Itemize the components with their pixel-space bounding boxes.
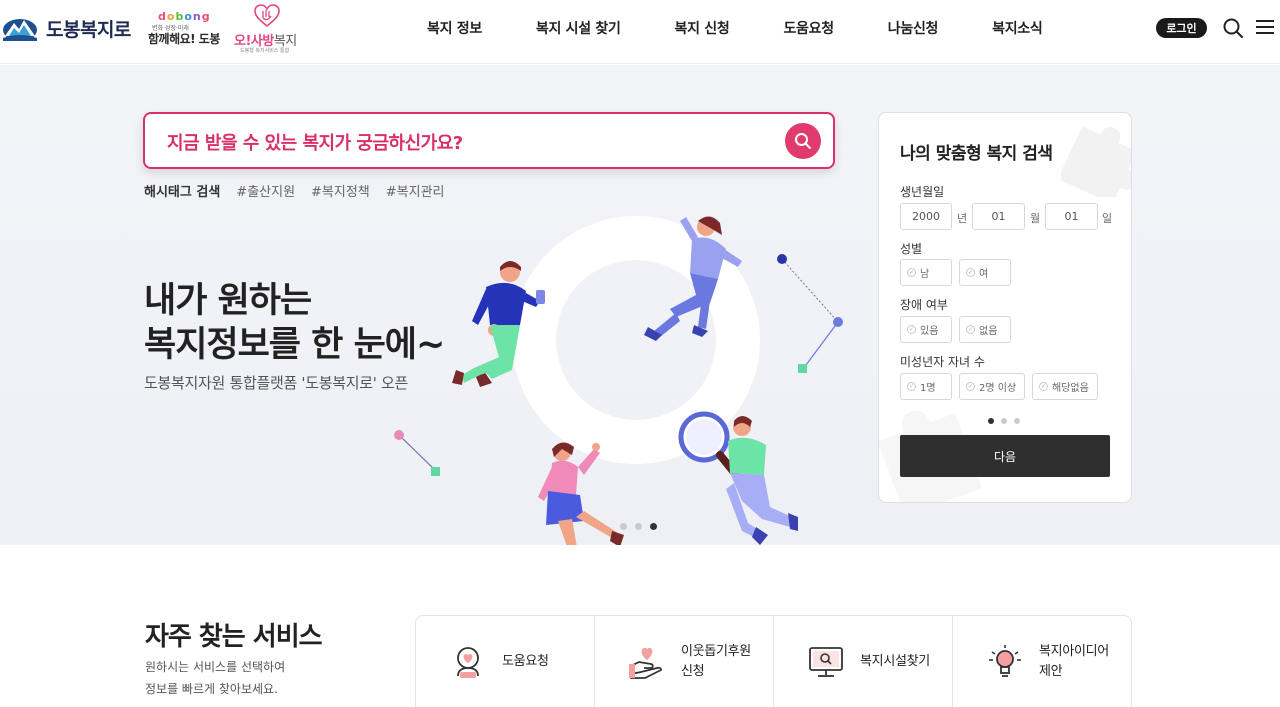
birth-month-input[interactable]: 01 — [972, 203, 1025, 230]
hashtag-link[interactable]: #출산지원 — [236, 181, 295, 200]
birth-year-input[interactable]: 2000 — [900, 203, 952, 230]
nav-sharing-apply[interactable]: 나눔신청 — [861, 18, 965, 38]
site-header: 도봉복지로 dobong 변화·성장·미래 함께해요! 도봉 오!사방복지 도봉… — [0, 0, 1280, 64]
service-donation[interactable]: 이웃돕기후원 신청 — [595, 616, 774, 707]
children-two-plus-option[interactable]: ✓ 2명 이상 — [959, 373, 1025, 400]
children-one-option[interactable]: ✓ 1명 — [900, 373, 952, 400]
help-request-icon — [457, 646, 479, 678]
search-icon[interactable] — [1222, 17, 1244, 39]
children-label: 미성년자 자녀 수 — [900, 355, 985, 369]
hashtag-link[interactable]: #복지관리 — [386, 181, 445, 200]
service-label: 복지시설찾기 — [860, 653, 930, 669]
login-button[interactable]: 로그인 — [1156, 18, 1207, 38]
search-icon — [795, 133, 811, 149]
hero-illustration — [394, 216, 843, 545]
check-icon: ✓ — [907, 382, 916, 391]
hero-slide-indicator — [620, 523, 657, 530]
check-icon: ✓ — [1039, 382, 1048, 391]
mountain-logo-icon — [3, 19, 37, 41]
step-dot — [1001, 418, 1007, 424]
osa-logo-sub: 도봉형 복지서비스 통합 — [240, 48, 290, 54]
month-unit: 월 — [1030, 212, 1041, 225]
services-desc-line: 원하시는 서비스를 선택하여 — [145, 660, 286, 674]
facility-search-icon — [809, 646, 843, 677]
check-icon: ✓ — [907, 325, 916, 334]
menu-icon[interactable] — [1256, 19, 1274, 35]
dobong-wordmark: dobong — [158, 10, 211, 23]
osa-logo[interactable]: 오!사방복지 도봉형 복지서비스 통합 — [232, 4, 304, 56]
check-icon: ✓ — [907, 268, 916, 277]
service-label: 도움요청 — [502, 653, 549, 669]
birth-day-input[interactable]: 01 — [1045, 203, 1098, 230]
nav-help-request[interactable]: 도움요청 — [756, 18, 860, 38]
services-grid: 도움요청 이웃돕기후원 신청 복지시설찾기 복지아이디어 제안 — [415, 615, 1132, 707]
slide-dot[interactable] — [635, 523, 642, 530]
hero-section: 지금 받을 수 있는 복지가 궁금하신가요? 해시태그 검색 #출산지원 #복지… — [0, 65, 1280, 545]
hashtag-bar: 해시태그 검색 #출산지원 #복지정책 #복지관리 — [144, 181, 445, 200]
donation-icon — [629, 647, 662, 679]
gender-male-option[interactable]: ✓ 남 — [900, 259, 952, 286]
step-dot — [1014, 418, 1020, 424]
site-logo[interactable]: 도봉복지로 — [2, 14, 131, 42]
hero-subtitle: 도봉복지자원 통합플랫폼 '도봉복지로' 오픈 — [144, 374, 409, 392]
logo-text: 도봉복지로 — [46, 18, 131, 41]
check-icon: ✓ — [966, 325, 975, 334]
check-icon: ✓ — [966, 268, 975, 277]
step-dot-active — [988, 418, 994, 424]
service-idea-proposal[interactable]: 복지아이디어 제안 — [953, 616, 1131, 707]
nav-facility-search[interactable]: 복지 시설 찾기 — [509, 18, 648, 38]
welfare-search-input[interactable]: 지금 받을 수 있는 복지가 궁금하신가요? — [143, 112, 835, 169]
card-title: 나의 맞춤형 복지 검색 — [900, 144, 1053, 164]
gender-female-option[interactable]: ✓ 여 — [959, 259, 1011, 286]
disability-yes-option[interactable]: ✓ 있음 — [900, 316, 952, 343]
nav-welfare-news[interactable]: 복지소식 — [965, 18, 1069, 38]
service-help-request[interactable]: 도움요청 — [416, 616, 595, 707]
custom-welfare-search-card: 나의 맞춤형 복지 검색 생년월일 2000 년 01 월 01 일 성별 ✓ 남… — [878, 112, 1132, 503]
services-description: 원하시는 서비스를 선택하여 정보를 빠르게 찾아보세요. — [145, 656, 285, 700]
nav-welfare-info[interactable]: 복지 정보 — [400, 18, 509, 38]
hashtag-title: 해시태그 검색 — [144, 185, 221, 200]
next-button[interactable]: 다음 — [900, 435, 1110, 477]
slide-dot-active[interactable] — [650, 523, 657, 530]
birth-label: 생년월일 — [900, 185, 945, 199]
service-label: 이웃돕기후원 신청 — [681, 643, 751, 679]
slide-dot[interactable] — [620, 523, 627, 530]
idea-bulb-icon — [989, 644, 1021, 677]
dobong-logo-text: 함께해요! 도봉 — [148, 32, 220, 46]
dobong-logo[interactable]: dobong 변화·성장·미래 함께해요! 도봉 — [146, 10, 220, 50]
day-unit: 일 — [1102, 212, 1113, 225]
hashtag-link[interactable]: #복지정책 — [311, 181, 370, 200]
person-illustration — [726, 416, 798, 545]
nav-welfare-apply[interactable]: 복지 신청 — [648, 18, 757, 38]
services-title: 자주 찾는 서비스 — [145, 622, 323, 652]
service-facility-search[interactable]: 복지시설찾기 — [774, 616, 953, 707]
gender-label: 성별 — [900, 242, 923, 256]
heart-hand-icon — [254, 4, 280, 28]
services-desc-line: 정보를 빠르게 찾아보세요. — [145, 682, 278, 696]
children-none-option[interactable]: ✓ 해당없음 — [1032, 373, 1098, 400]
service-label: 복지아이디어 제안 — [1039, 643, 1109, 679]
check-icon: ✓ — [966, 382, 975, 391]
search-submit-button[interactable] — [785, 123, 821, 159]
puzzle-icon — [1061, 126, 1131, 197]
search-placeholder: 지금 받을 수 있는 복지가 궁금하신가요? — [167, 133, 463, 154]
main-nav: 복지 정보 복지 시설 찾기 복지 신청 도움요청 나눔신청 복지소식 — [400, 0, 1069, 56]
year-unit: 년 — [957, 212, 968, 225]
disability-label: 장애 여부 — [900, 298, 948, 312]
step-indicator — [988, 418, 1020, 424]
disability-no-option[interactable]: ✓ 없음 — [959, 316, 1011, 343]
